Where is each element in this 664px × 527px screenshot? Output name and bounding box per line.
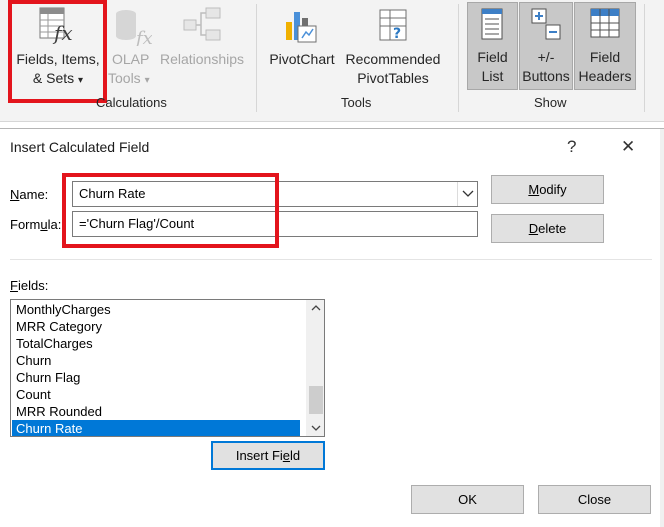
list-item[interactable]: Churn [12,352,300,369]
field-list-label: Field List [477,49,508,84]
ok-button[interactable]: OK [411,485,524,514]
list-item[interactable]: MRR Category [12,318,300,335]
dialog-title: Insert Calculated Field [10,139,150,155]
olap-cube-icon: fx [116,10,152,46]
field-headers-button[interactable]: Field Headers [574,2,636,90]
help-icon[interactable]: ? [567,137,576,157]
name-dropdown-arrow[interactable] [457,182,477,206]
highlight-box-fields-items-sets [8,0,107,103]
insert-field-button[interactable]: Insert Fi e ld [211,441,325,470]
svg-text:?: ? [393,26,401,42]
dialog-separator [10,259,652,260]
field-headers-icon [590,8,620,38]
fields-listbox[interactable]: MonthlyCharges MRR Category TotalCharges… [10,299,325,437]
list-item[interactable]: TotalCharges [12,335,300,352]
recommended-label-2: PivotTables [357,70,429,86]
field-list-button[interactable]: Field List [467,2,518,90]
group-separator [644,4,645,112]
highlight-box-name-formula [62,173,279,248]
list-item[interactable]: MonthlyCharges [12,301,300,318]
plus-minus-buttons-button[interactable]: +/- Buttons [519,2,573,90]
calculations-group-label: Calculations [96,95,167,110]
recommended-pivottables-icon: ? [379,9,407,42]
chevron-down-icon: ▾ [144,75,150,86]
modify-button[interactable]: Modify [491,175,604,204]
relationships-icon [183,7,221,41]
list-item[interactable]: MRR Rounded [12,403,300,420]
pivotchart-icon [286,12,317,43]
close-button[interactable]: Close [538,485,651,514]
list-item[interactable]: Churn Flag [12,369,300,386]
scrollbar-thumb[interactable] [309,386,323,414]
scroll-up-arrow[interactable] [307,300,324,316]
olap-tools-label-1: OLAP [112,51,150,67]
fields-scrollbar[interactable] [306,300,324,436]
relationships-label: Relationships [159,51,245,67]
group-separator [256,4,257,112]
delete-button[interactable]: Delete [491,214,604,243]
formula-label: Formula: [10,217,62,232]
close-icon[interactable]: ✕ [621,137,635,157]
chevron-down-icon [462,190,473,197]
insert-calculated-field-dialog: Insert Calculated Field ? ✕ Name: Churn … [0,128,664,527]
olap-tools-label-2: Tools ▾ [108,70,150,86]
fields-label: Fields: [10,278,49,293]
olap-tools-button[interactable]: fx OLAP Tools ▾ [104,4,154,92]
plus-minus-buttons-icon [531,8,561,40]
relationships-button[interactable]: Relationships [156,4,248,92]
name-label: Name: [10,187,49,202]
tools-group-label: Tools [341,95,372,110]
field-headers-label: Field Headers [578,49,632,84]
chevron-down-icon [311,425,321,431]
list-item-selected[interactable]: Churn Rate [12,420,300,436]
recommended-label-1: Recommended [345,51,441,67]
scroll-down-arrow[interactable] [307,420,324,436]
pivotchart-button[interactable]: PivotChart [266,4,338,92]
chevron-up-icon [311,305,321,311]
ribbon: fx Fields, Items, & Sets ▾ fx OLAP Tools… [0,0,664,122]
recommended-pivottables-button[interactable]: ? Recommended PivotTables [340,4,446,92]
group-separator [458,4,459,112]
plus-minus-buttons-label: +/- Buttons [522,49,570,84]
field-list-icon [481,8,503,40]
show-group-label: Show [534,95,567,110]
svg-text:fx: fx [134,28,152,46]
window-edge [660,129,664,527]
list-item[interactable]: Count [12,386,300,403]
pivotchart-label: PivotChart [269,51,335,67]
